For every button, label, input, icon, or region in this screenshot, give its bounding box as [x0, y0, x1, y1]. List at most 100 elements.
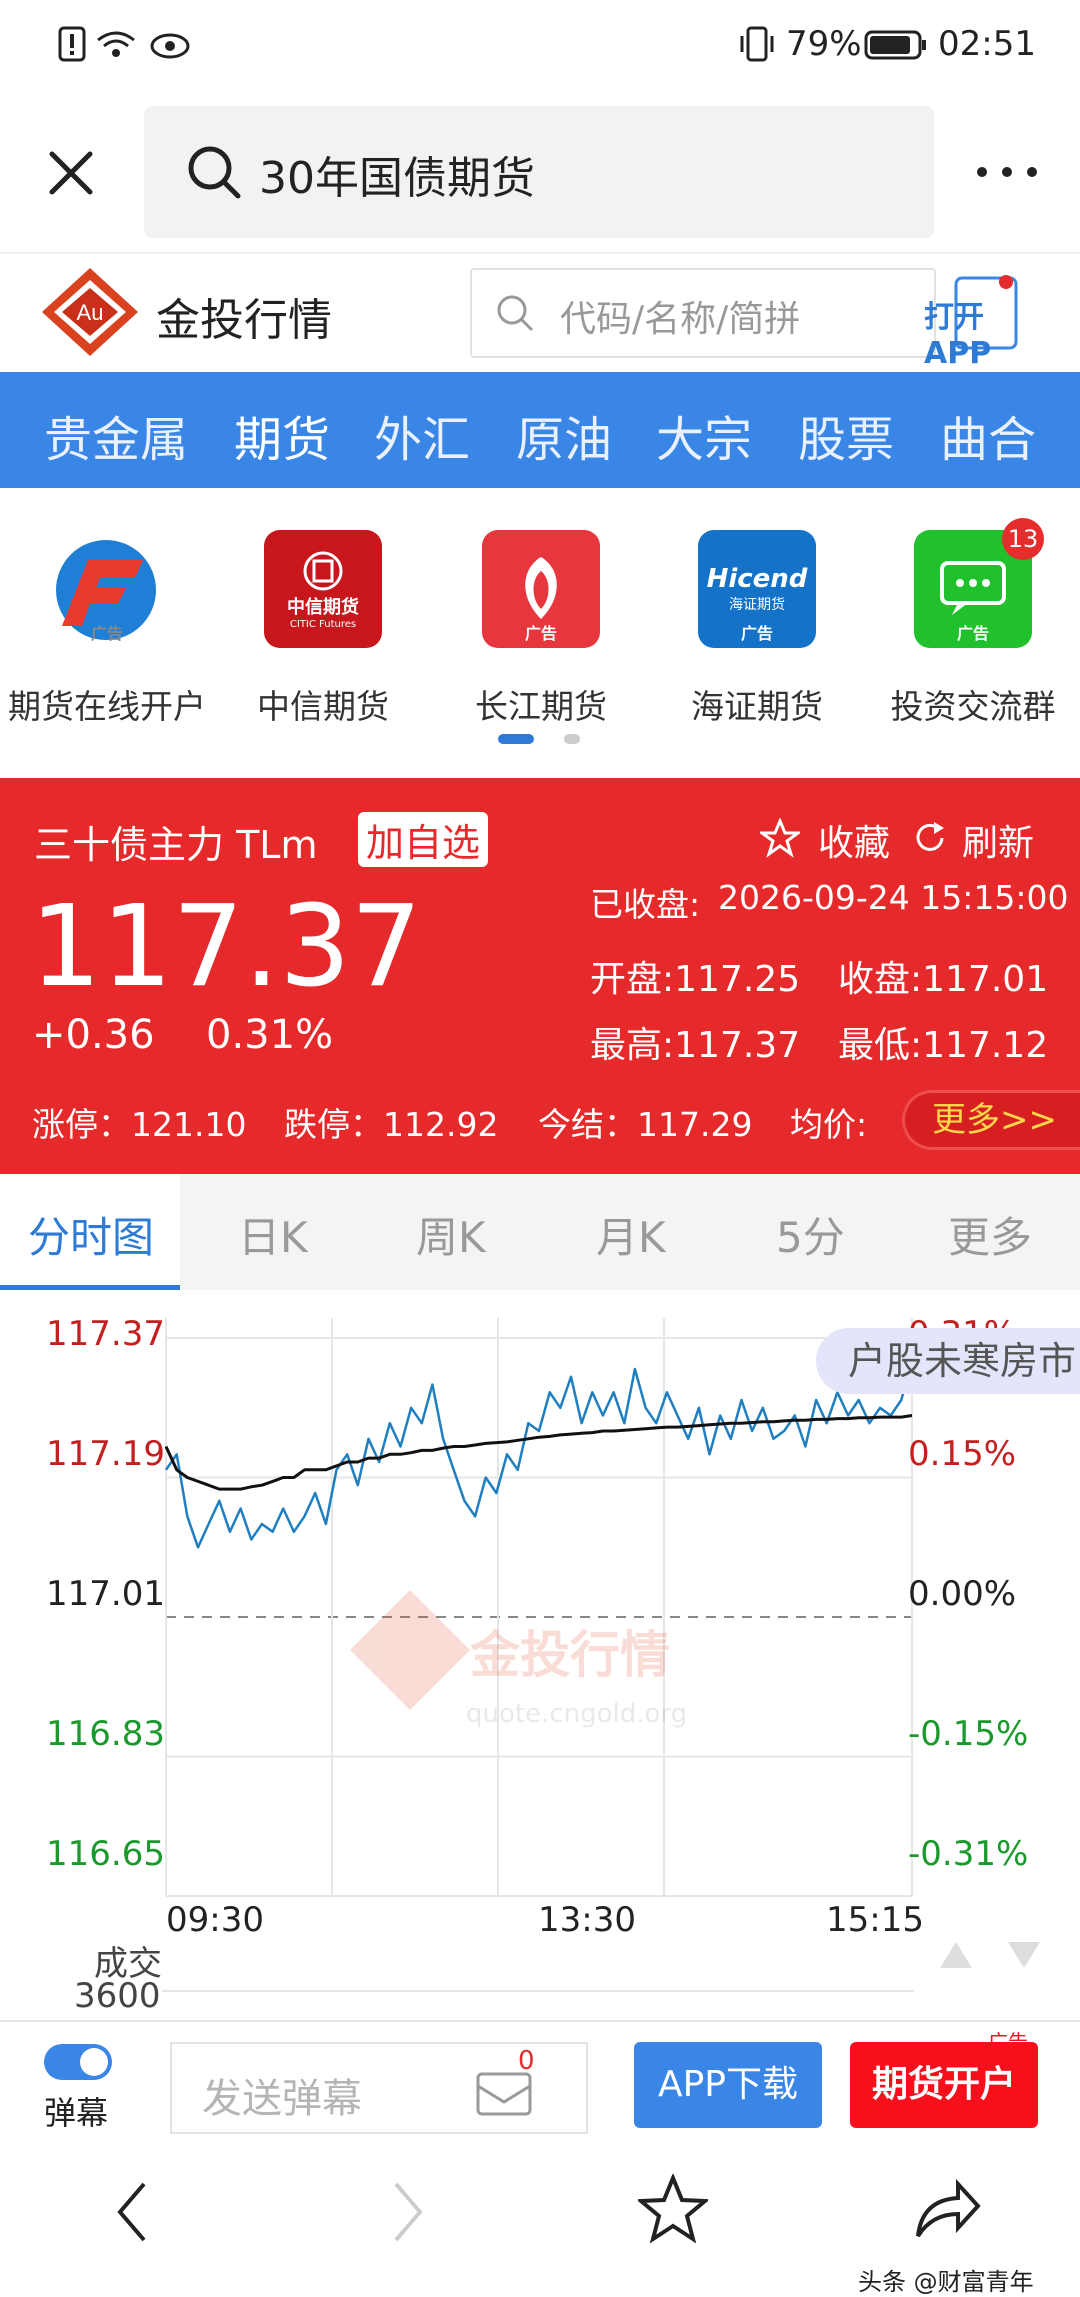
app-changjiang-futures[interactable]: 广告 长江期货: [436, 530, 646, 728]
battery-percent: 79%: [786, 24, 862, 64]
watermark-url: quote.cngold.org: [466, 1699, 687, 1729]
nav-item-futures[interactable]: 期货: [234, 400, 330, 470]
add-watchlist-button[interactable]: 加自选: [358, 812, 489, 867]
intraday-chart: 金投行情 quote.cngold.org 117.37 117.19 117.…: [0, 1290, 1080, 2020]
forward-icon[interactable]: [388, 2180, 428, 2244]
y-label-right-2: 0.00%: [908, 1574, 1017, 1614]
limit-up: 涨停：121.10: [32, 1105, 247, 1144]
watermark-text: 金投行情: [470, 1626, 670, 1684]
closed-label: 已收盘:: [590, 885, 701, 924]
tab-more[interactable]: 更多: [948, 1204, 1032, 1265]
y-label-left-3: 116.83: [46, 1714, 165, 1754]
low-price: 最低:117.12: [838, 1025, 1049, 1066]
app-hicend-futures[interactable]: Hicend 海证期货 广告 海证期货: [652, 530, 862, 728]
search-query: 30年国债期货: [259, 153, 535, 204]
browser-nav-bar: 头条 @财富青年: [0, 2144, 1080, 2296]
nav-item-more[interactable]: 曲合: [940, 400, 1036, 470]
nav-item-forex[interactable]: 外汇: [374, 400, 470, 470]
y-label-left-2: 117.01: [46, 1574, 165, 1614]
volume-value: 3600: [74, 1976, 161, 2016]
bookmark-star-icon[interactable]: [638, 2174, 708, 2244]
message-count: 0: [518, 2046, 535, 2076]
x-label-2: 15:15: [826, 1900, 924, 1940]
closed-time: 2026-09-24 15:15:00: [718, 878, 1069, 917]
danmu-input[interactable]: 发送弹幕 0: [170, 2042, 588, 2134]
ticker-bubble[interactable]: 户股未寒房市: [816, 1328, 1080, 1394]
tab-monthly-k[interactable]: 月K: [596, 1204, 666, 1265]
ad-tag: 广告: [988, 2030, 1028, 2054]
price-change-pct: 0.31%: [206, 1012, 334, 1058]
y-label-left-4: 116.65: [46, 1834, 165, 1874]
tab-daily-k[interactable]: 日K: [238, 1204, 308, 1265]
vibrate-icon: [740, 26, 774, 62]
status-icons: [58, 26, 190, 62]
app-citic-futures[interactable]: 中信期货 CITIC Futures 中信期货: [218, 530, 428, 728]
limit-down: 跌停：112.92: [284, 1105, 499, 1144]
clock: 02:51: [938, 24, 1036, 64]
app-download-button[interactable]: APP下载: [634, 2042, 822, 2128]
tab-5min[interactable]: 5分: [776, 1204, 845, 1265]
y-label-right-4: -0.31%: [908, 1834, 1029, 1874]
high-price: 最高:117.37: [590, 1025, 801, 1066]
more-details-button[interactable]: 更多>>: [902, 1090, 1080, 1150]
chart-watermark: 金投行情 quote.cngold.org: [350, 1590, 687, 1729]
chart-grid: [165, 1318, 913, 1897]
hicend-logo-icon: Hicend 海证期货 广告: [698, 530, 816, 648]
tab-weekly-k[interactable]: 周K: [416, 1204, 486, 1265]
price-line: [164, 1360, 914, 1549]
category-nav: 贵金属 期货 外汇 原油 大宗 股票 曲合: [0, 372, 1080, 488]
volume-arrows-icon[interactable]: [938, 1936, 1048, 1970]
collect-button[interactable]: 收藏: [818, 814, 890, 866]
nav-item-precious-metals[interactable]: 贵金属: [44, 400, 188, 470]
refresh-icon: [916, 822, 944, 851]
tab-intraday[interactable]: 分时图: [28, 1204, 154, 1265]
x-label-1: 13:30: [538, 1900, 636, 1940]
site-search-input[interactable]: 代码/名称/简拼: [470, 268, 936, 358]
site-logo[interactable]: Au: [40, 266, 140, 358]
quote-panel: 三十债主力 TLm 加自选 收藏 刷新 已收盘: 2026-09-24 15:1…: [0, 778, 1080, 1174]
notification-badge: 13: [1002, 518, 1044, 560]
bottom-action-bar: 弹幕 发送弹幕 0 APP下载 期货开户 广告: [0, 2020, 1080, 2146]
more-icon[interactable]: [974, 162, 1040, 182]
y-label-right-1: 0.15%: [908, 1434, 1017, 1474]
chat-icon: 13 广告: [914, 518, 1044, 648]
price-change: +0.36: [32, 1012, 155, 1058]
share-icon[interactable]: [912, 2174, 982, 2244]
average-price: 均价:: [790, 1105, 868, 1144]
close-icon[interactable]: [46, 148, 96, 198]
site-header: Au 金投行情 代码/名称/简拼 打开APP: [0, 254, 1080, 372]
app-shortcuts: 广告 期货在线开户 中信期货 CITIC Futures 中信期货 广告 长江期…: [0, 488, 1080, 778]
contract-name: 三十债主力 TLm: [34, 823, 318, 867]
y-label-left-0: 117.37: [46, 1314, 165, 1354]
page-indicator-active: [498, 734, 534, 744]
app-futures-online-account[interactable]: 广告 期货在线开户: [2, 530, 212, 728]
settlement-price: 今结：117.29: [538, 1105, 753, 1144]
danmu-toggle[interactable]: [44, 2044, 112, 2080]
open-app-button[interactable]: 打开APP: [924, 268, 1044, 371]
search-icon: [497, 295, 534, 332]
browser-search-box[interactable]: 30年国债期货: [144, 106, 934, 238]
nav-item-crude-oil[interactable]: 原油: [516, 400, 612, 470]
chart-lines: [164, 1360, 914, 1549]
battery-icon: [864, 30, 926, 60]
last-price: 117.37: [30, 882, 422, 1012]
changjiang-logo-icon: 广告: [482, 530, 600, 648]
y-label-left-1: 117.19: [46, 1434, 165, 1474]
app-investment-group[interactable]: 13 广告 投资交流群: [868, 518, 1078, 728]
prev-close: 收盘:117.01: [838, 959, 1049, 1000]
refresh-button[interactable]: 刷新: [962, 814, 1034, 866]
back-icon[interactable]: [112, 2180, 152, 2244]
chart-tabs: 分时图 日K 周K 月K 5分 更多: [0, 1174, 1080, 1290]
page-indicator: [564, 734, 580, 744]
svg-text:Au: Au: [77, 300, 104, 325]
site-name: 金投行情: [156, 295, 332, 346]
futures-online-logo-icon: 广告: [48, 530, 166, 648]
x-label-0: 09:30: [166, 1900, 264, 1940]
nav-item-commodities[interactable]: 大宗: [656, 400, 752, 470]
status-bar: 79% 02:51: [0, 0, 1080, 92]
danmu-label: 弹幕: [44, 2094, 109, 2132]
nav-item-stocks[interactable]: 股票: [798, 400, 894, 470]
volume-divider: [162, 1990, 914, 1992]
search-icon: [188, 146, 241, 199]
danmu-placeholder: 发送弹幕: [202, 2076, 362, 2122]
